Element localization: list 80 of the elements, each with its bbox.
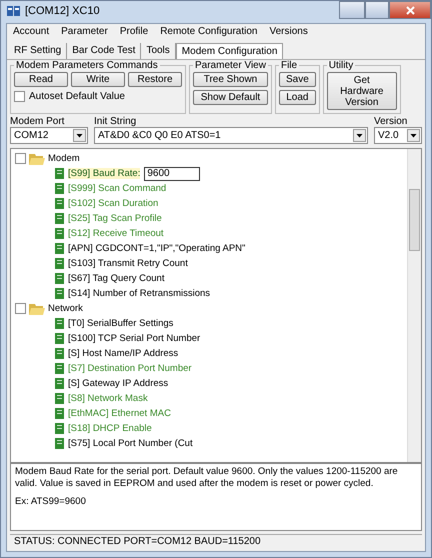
document-icon [55, 168, 64, 179]
app-icon [7, 5, 21, 17]
field-label: Init String [94, 116, 138, 127]
group-title: Utility [328, 60, 354, 71]
document-icon [55, 438, 64, 449]
button[interactable]: Read [14, 72, 68, 87]
document-icon [55, 393, 64, 404]
menu-item[interactable]: Account [13, 26, 50, 39]
tree-item[interactable]: [S12] Receive Timeout [68, 228, 164, 239]
menu-item[interactable]: Parameter [61, 26, 108, 39]
button[interactable]: Write [71, 72, 125, 87]
tree-item[interactable]: Network [48, 303, 83, 314]
document-icon [55, 198, 64, 209]
document-icon [55, 423, 64, 434]
document-icon [55, 318, 64, 329]
document-icon [55, 333, 64, 344]
maximize-button[interactable] [365, 1, 389, 19]
checkbox-label: Autoset Default Value [29, 91, 125, 102]
tree-item[interactable]: [S67] Tag Query Count [68, 273, 164, 284]
button[interactable]: Load [278, 90, 316, 105]
tree-item[interactable]: [S14] Number of Retransmissions [68, 288, 210, 299]
close-icon [406, 6, 414, 14]
document-icon [55, 258, 64, 269]
group-title: File [280, 60, 298, 71]
document-icon [55, 348, 64, 359]
close-button[interactable] [389, 1, 431, 19]
tree-item[interactable]: [S103] Transmit Retry Count [68, 258, 188, 269]
document-icon [55, 183, 64, 194]
tree-item[interactable]: [EthMAC] Ethernet MAC [68, 408, 171, 419]
tree-item[interactable]: [S] Gateway IP Address [68, 378, 168, 389]
tree-item[interactable]: [S] Host Name/IP Address [68, 348, 178, 359]
tab[interactable]: Modem Configuration [176, 43, 284, 59]
scrollbar[interactable] [407, 149, 421, 462]
description-text: Modem Baud Rate for the serial port. Default value 9600. Only the values 1200-115200 are valid. Value is saved in EEPROM and used after the modem is reset or power cycled. [15, 466, 399, 490]
status-bar: STATUS: CONNECTED PORT=COM12 BAUD=115200 [10, 534, 422, 550]
window-title: [COM12] XC10 [25, 5, 100, 17]
tree-item[interactable]: [S8] Network Mask [68, 393, 148, 404]
minimize-button[interactable] [339, 1, 365, 19]
tree-item[interactable]: [APN] CGDCONT=1,"IP","Operating APN" [68, 243, 246, 254]
tree-item[interactable]: [S100] TCP Serial Port Number [68, 333, 200, 344]
button[interactable]: Restore [128, 72, 182, 87]
group-title: Parameter View [194, 60, 267, 71]
menu-item[interactable]: Remote Configuration [160, 26, 258, 39]
scroll-thumb[interactable] [409, 189, 420, 251]
tree-item[interactable]: [S18] DHCP Enable [68, 423, 152, 434]
document-icon [55, 288, 64, 299]
document-icon [55, 408, 64, 419]
tree-item[interactable]: [S75] Local Port Number (Cut [68, 438, 193, 449]
button[interactable]: Save [278, 72, 316, 87]
checkbox[interactable] [15, 303, 26, 314]
document-icon [55, 228, 64, 239]
document-icon [55, 363, 64, 374]
tab[interactable]: Bar Code Test [67, 43, 142, 59]
dropdown[interactable]: COM12 [10, 127, 88, 144]
document-icon [55, 213, 64, 224]
description-text: Ex: ATS99=9600 [15, 496, 87, 508]
tree-item[interactable]: [S999] Scan Command [68, 183, 166, 194]
input-field[interactable]: 9600 [144, 166, 200, 180]
document-icon [55, 243, 64, 254]
button[interactable]: Get Hardware Version [326, 72, 397, 110]
tree-item[interactable]: [S102] Scan Duration [68, 198, 158, 209]
checkbox[interactable] [14, 91, 25, 102]
button[interactable]: Tree Shown [193, 72, 268, 87]
field-label: Version [374, 116, 408, 127]
tree-item[interactable]: [S25] Tag Scan Profile [68, 213, 162, 224]
document-icon [55, 378, 64, 389]
menu-item[interactable]: Versions [269, 26, 308, 39]
tree-item[interactable]: Modem [48, 153, 80, 164]
tree-item[interactable]: [S7] Destination Port Number [68, 363, 192, 374]
group-title: Modem Parameters Commands [15, 60, 159, 71]
menu-item[interactable]: Profile [120, 26, 148, 39]
checkbox[interactable] [15, 153, 26, 164]
tree-item[interactable]: [S99] Baud Rate: [68, 168, 140, 179]
dropdown[interactable]: V2.0 [374, 127, 422, 144]
document-icon [55, 273, 64, 284]
tree-item[interactable]: [T0] SerialBuffer Settings [68, 318, 174, 329]
field-label: Modem Port [10, 116, 66, 127]
button[interactable]: Show Default [193, 90, 268, 105]
dropdown[interactable]: AT&D0 &C0 Q0 E0 ATS0=1 [94, 127, 368, 144]
tab[interactable]: RF Setting [9, 43, 68, 59]
